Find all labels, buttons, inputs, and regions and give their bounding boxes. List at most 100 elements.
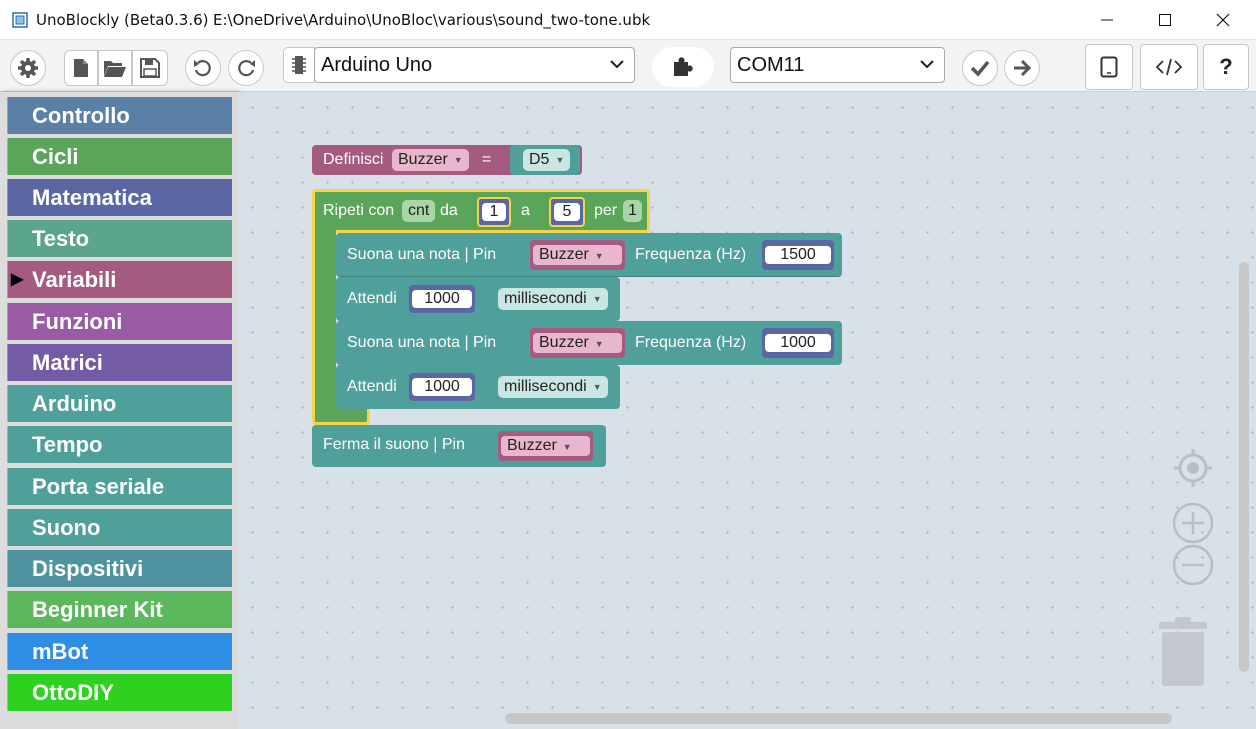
new-file-icon <box>74 59 88 77</box>
tone2-pin-value[interactable]: Buzzer <box>539 334 589 351</box>
category-mbot[interactable]: mBot <box>7 633 232 670</box>
board-select[interactable]: Arduino Uno <box>314 47 635 83</box>
settings-button[interactable] <box>10 50 46 86</box>
wait1-value-block[interactable]: 1000 <box>409 285 475 313</box>
horizontal-scrollbar[interactable] <box>505 713 1172 724</box>
category-suono[interactable]: Suono <box>7 509 232 546</box>
board-select-value: Arduino Uno <box>321 53 433 76</box>
loop-from-value[interactable]: 1 <box>482 203 506 221</box>
zoom-in-icon[interactable] <box>1172 502 1214 544</box>
tone2-freq-value[interactable]: 1000 <box>765 334 831 352</box>
save-button[interactable] <box>132 50 168 86</box>
category-matematica[interactable]: Matematica <box>7 179 232 216</box>
port-select-value: COM11 <box>737 53 805 76</box>
category-cicli[interactable]: Cicli <box>7 138 232 175</box>
chevron-down-icon <box>610 60 624 69</box>
save-icon <box>140 58 160 78</box>
puzzle-icon <box>674 57 693 76</box>
toolbox-sidebar: Controllo Cicli Matematica Testo ▶ Variab… <box>0 92 238 729</box>
maximize-icon <box>1159 14 1171 26</box>
serial-monitor-button[interactable] <box>1085 44 1133 90</box>
redo-button[interactable] <box>228 50 264 86</box>
chip-icon <box>292 56 306 74</box>
port-select[interactable]: COM11 <box>730 47 945 83</box>
loop-var-field[interactable]: cnt <box>402 200 436 222</box>
verify-button[interactable] <box>962 50 998 86</box>
loop-from-block[interactable]: 1 <box>477 197 511 227</box>
define-equals: = <box>482 151 492 168</box>
folder-open-icon <box>104 61 126 77</box>
wait2-unit-value: millisecondi <box>504 378 587 395</box>
redo-icon <box>238 60 255 77</box>
tone2-pin-block[interactable]: Buzzer ▼ <box>530 328 625 358</box>
undo-icon <box>194 60 211 77</box>
category-testo[interactable]: Testo <box>7 220 232 257</box>
category-beginner-kit[interactable]: Beginner Kit <box>7 591 232 628</box>
close-icon <box>1216 13 1230 27</box>
wait2-label: Attendi <box>347 378 397 395</box>
code-view-button[interactable] <box>1140 44 1198 90</box>
define-var-dropdown[interactable]: Buzzer ▼ <box>392 149 469 171</box>
board-button[interactable] <box>283 47 315 83</box>
close-button[interactable] <box>1194 0 1252 40</box>
category-porta-seriale[interactable]: Porta seriale <box>7 468 232 505</box>
category-dispositivi[interactable]: Dispositivi <box>7 550 232 587</box>
tone1-label: Suona una nota | Pin <box>347 246 497 263</box>
tone1-freq-value[interactable]: 1500 <box>765 246 831 264</box>
notone-pin-block[interactable]: Buzzer ▼ <box>498 431 593 461</box>
tablet-icon <box>1100 56 1118 78</box>
toolbar: Arduino Uno COM11 ? <box>0 40 1256 92</box>
undo-button[interactable] <box>185 50 221 86</box>
zoom-out-icon[interactable] <box>1172 544 1214 586</box>
vertical-scrollbar[interactable] <box>1239 262 1249 672</box>
loop-step-label: per <box>594 202 618 219</box>
tone1-pin-block[interactable]: Buzzer ▼ <box>530 240 625 270</box>
loop-to-label: a <box>521 202 530 219</box>
define-pin-dropdown[interactable]: D5 ▼ <box>523 149 571 171</box>
loop-to-value[interactable]: 5 <box>554 203 580 221</box>
loop-label: Ripeti con <box>323 202 395 219</box>
wait1-unit-dropdown[interactable]: millisecondi ▼ <box>498 288 608 310</box>
maximize-button[interactable] <box>1136 0 1194 40</box>
library-button[interactable] <box>652 47 714 87</box>
category-arduino[interactable]: Arduino <box>7 385 232 422</box>
wait2-value-block[interactable]: 1000 <box>409 373 475 401</box>
wait1-value[interactable]: 1000 <box>412 290 472 308</box>
notone-label: Ferma il suono | Pin <box>323 436 465 453</box>
tone1-freq-block[interactable]: 1500 <box>762 240 834 270</box>
define-var-value: Buzzer <box>398 151 448 168</box>
new-file-button[interactable] <box>64 50 98 86</box>
minimize-icon <box>1101 19 1113 21</box>
loop-var-value: cnt <box>408 202 430 219</box>
minimize-button[interactable] <box>1078 0 1136 40</box>
check-icon <box>970 60 990 77</box>
chevron-down-icon <box>920 60 934 69</box>
wait2-unit-dropdown[interactable]: millisecondi ▼ <box>498 376 608 398</box>
wait1-unit-value: millisecondi <box>504 290 587 307</box>
open-file-button[interactable] <box>98 50 132 86</box>
tone1-freq-label: Frequenza (Hz) <box>635 246 747 263</box>
loop-to-block[interactable]: 5 <box>549 197 585 227</box>
code-icon <box>1155 58 1183 76</box>
upload-button[interactable] <box>1004 50 1040 86</box>
arrow-right-icon <box>1014 59 1032 77</box>
category-matrici[interactable]: Matrici <box>7 344 232 381</box>
trash-icon[interactable] <box>1155 616 1211 688</box>
tone2-freq-label: Frequenza (Hz) <box>635 334 747 351</box>
file-path: E:\OneDrive\Arduino\UnoBloc\various\soun… <box>213 11 651 29</box>
blockly-workspace[interactable] <box>238 92 1256 729</box>
category-ottodiy[interactable]: OttoDIY <box>7 674 232 711</box>
tone2-freq-block[interactable]: 1000 <box>762 328 834 358</box>
category-variabili[interactable]: ▶ Variabili <box>7 261 232 298</box>
tone1-pin-value[interactable]: Buzzer <box>539 246 589 263</box>
help-button[interactable]: ? <box>1203 44 1249 90</box>
loop-step-field[interactable]: 1 <box>623 200 642 222</box>
wait2-value[interactable]: 1000 <box>412 378 472 396</box>
category-tempo[interactable]: Tempo <box>7 426 232 463</box>
notone-pin-value[interactable]: Buzzer <box>507 437 557 454</box>
recenter-icon[interactable] <box>1174 449 1212 487</box>
loop-step-value: 1 <box>628 202 637 219</box>
category-funzioni[interactable]: Funzioni <box>7 303 232 340</box>
expand-arrow-icon: ▶ <box>11 271 24 288</box>
category-controllo[interactable]: Controllo <box>7 97 232 134</box>
